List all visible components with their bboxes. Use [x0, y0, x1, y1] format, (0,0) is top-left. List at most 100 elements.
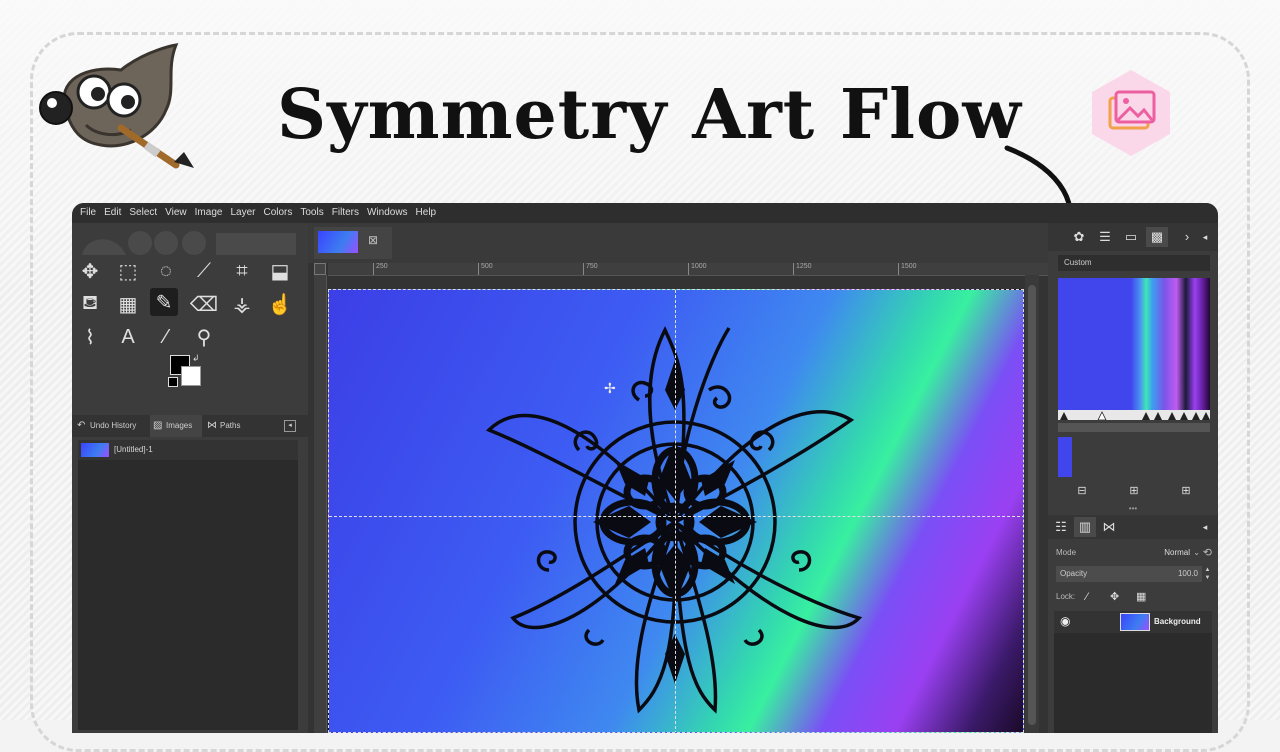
dock-menu-icon[interactable]: ◂ [1194, 227, 1216, 247]
eye-icon[interactable]: ◉ [1060, 614, 1070, 628]
color-picker-icon[interactable]: ⁄ [152, 323, 180, 351]
scrollbar-thumb[interactable] [1028, 285, 1036, 725]
lasso-icon[interactable]: ◌ [152, 257, 180, 285]
crop-icon[interactable]: ⌗ [228, 257, 256, 285]
menu-edit[interactable]: Edit [100, 203, 125, 223]
gradient-swatch [1058, 437, 1072, 477]
dock-tabs-layers: ☷ ▥ ⋈ ◂ [1048, 515, 1218, 539]
menu-help[interactable]: Help [412, 203, 441, 223]
chevron-down-icon[interactable]: ⌄ [1193, 545, 1200, 561]
smudge-icon[interactable]: ☝ [266, 290, 294, 318]
tab-paths-label: Paths [220, 421, 241, 430]
gradient-name-field[interactable]: Custom [1058, 255, 1210, 271]
eraser-icon[interactable]: ⌫ [190, 290, 218, 318]
gradient-stops-bar[interactable] [1058, 410, 1210, 420]
dock-menu-icon[interactable]: ◂ [284, 420, 296, 432]
zoom-icon[interactable]: ⚲ [190, 323, 218, 351]
opacity-label: Opacity [1060, 569, 1088, 578]
list-item[interactable]: [Untitled]-1 [78, 440, 298, 460]
menu-view[interactable]: View [161, 203, 191, 223]
patterns-tab-icon[interactable]: ☰ [1094, 227, 1116, 247]
move-tool-icon[interactable]: ✥ [76, 257, 104, 285]
rect-select-icon[interactable]: ⬚ [114, 257, 142, 285]
menu-file[interactable]: File [76, 203, 100, 223]
horizontal-ruler[interactable]: 250 500 750 1000 1250 1500 [328, 263, 1048, 276]
menu-bar: File Edit Select View Image Layer Colors… [72, 203, 1218, 223]
gradient-scrollbar[interactable] [1058, 423, 1210, 432]
layers-tab-icon[interactable]: ☷ [1050, 517, 1072, 537]
gradients-tab-icon[interactable]: ▩ [1146, 227, 1168, 247]
fg-bg-color-selector: ↲ [168, 353, 206, 389]
fuzzy-select-icon[interactable]: ⟋ [190, 257, 218, 285]
layer-name: Background [1154, 617, 1201, 626]
new-gradient-icon[interactable]: ⊞ [1128, 485, 1140, 497]
reset-mode-icon[interactable]: ⟲ [1203, 545, 1212, 561]
image-tab[interactable]: ⊠ [314, 227, 392, 259]
paths-tab-icon[interactable]: ⋈ [1098, 517, 1120, 537]
default-colors-icon[interactable] [168, 377, 178, 387]
menu-image[interactable]: Image [191, 203, 227, 223]
ruler-label: 500 [481, 263, 493, 270]
grid-view-icon[interactable]: ⊞ [1180, 485, 1192, 497]
paths-icon[interactable]: ⌇ [76, 323, 104, 351]
gimp-mascot-logo [39, 43, 194, 169]
ruler-label: 750 [586, 263, 598, 270]
channels-tab-icon[interactable]: ▥ [1074, 517, 1096, 537]
toolbox: ✥ ⬚ ◌ ⟋ ⌗ ⬓ ⛾ ▦ ✎ ⌫ ⚶ ☝ ⌇ A ⁄ ⚲ ↲ ↶ Undo… [72, 223, 308, 733]
paintbrush-icon[interactable]: ✎ [150, 288, 178, 316]
menu-tools[interactable]: Tools [296, 203, 327, 223]
ruler-tick [373, 263, 374, 275]
lock-alpha-icon[interactable]: ▦ [1136, 589, 1146, 605]
vertical-scrollbar[interactable] [1025, 275, 1039, 733]
image-label: [Untitled]-1 [114, 445, 153, 454]
ruler-label: 250 [376, 263, 388, 270]
gradient-preview[interactable] [1058, 278, 1210, 410]
transform-icon[interactable]: ⬓ [266, 257, 294, 285]
vertical-ruler[interactable] [314, 275, 327, 733]
images-icon: ▨ [153, 420, 163, 431]
images-list: [Untitled]-1 [78, 440, 298, 730]
lock-pixels-icon[interactable]: ⁄ [1086, 589, 1088, 605]
ruler-tick [583, 263, 584, 275]
close-icon[interactable]: ⊠ [366, 233, 380, 247]
menu-colors[interactable]: Colors [259, 203, 296, 223]
text-icon[interactable]: A [114, 323, 142, 351]
tab-paths[interactable]: ⋈ Paths [204, 415, 254, 437]
mode-label: Mode [1056, 548, 1077, 557]
dock-divider-handle[interactable]: ••• [1048, 505, 1218, 513]
dock-menu-icon[interactable]: ◂ [1194, 517, 1216, 537]
brushes-tab-icon[interactable]: ✿ [1068, 227, 1090, 247]
gradient-icon[interactable]: ▦ [114, 290, 142, 318]
tab-images[interactable]: ▨ Images [150, 415, 202, 437]
image-tab-strip: ⊠ [308, 223, 1048, 263]
layer-mode-row: Mode Normal ⌄ ⟲ [1056, 545, 1212, 561]
quick-mask-toggle[interactable] [314, 263, 326, 275]
opacity-slider[interactable]: Opacity 100.0 [1056, 566, 1202, 582]
menu-select[interactable]: Select [125, 203, 161, 223]
tab-undo-history[interactable]: ↶ Undo History [74, 415, 148, 437]
opacity-value: 100.0 [1177, 569, 1198, 578]
menu-filters[interactable]: Filters [328, 203, 363, 223]
swap-colors-icon[interactable]: ↲ [192, 353, 200, 364]
image-canvas[interactable]: ✢ [328, 289, 1024, 733]
opacity-spinner[interactable]: ▲ ▼ [1203, 566, 1212, 582]
menu-layer[interactable]: Layer [226, 203, 259, 223]
ruler-tick [688, 263, 689, 275]
canvas-area: ⊠ 250 500 750 1000 1250 1500 ✢ [308, 223, 1048, 733]
lock-position-icon[interactable]: ✥ [1110, 589, 1119, 605]
undo-icon: ↶ [77, 420, 86, 431]
tab-undo-history-label: Undo History [90, 421, 137, 430]
mode-dropdown[interactable]: Normal [1164, 545, 1190, 561]
paths-tab-icon: ⋈ [207, 420, 217, 431]
menu-windows[interactable]: Windows [363, 203, 412, 223]
image-thumbnail [81, 443, 109, 457]
delete-gradient-icon[interactable]: ⊟ [1076, 485, 1088, 497]
dock-tabs: ↶ Undo History ▨ Images ⋈ Paths ◂ [72, 415, 308, 437]
image-tab-thumbnail [318, 231, 358, 253]
ruler-tick [478, 263, 479, 275]
fonts-tab-icon[interactable]: ▭ [1120, 227, 1142, 247]
clone-icon[interactable]: ⚶ [228, 290, 256, 318]
bucket-fill-icon[interactable]: ⛾ [76, 290, 104, 318]
layer-row[interactable]: ◉ Background [1054, 611, 1212, 633]
background-color-swatch[interactable] [181, 366, 201, 386]
